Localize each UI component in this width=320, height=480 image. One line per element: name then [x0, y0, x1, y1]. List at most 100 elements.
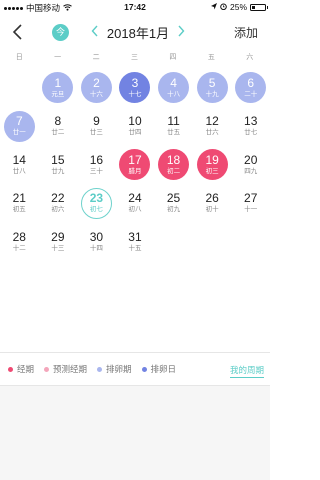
day-22[interactable]: 22 初六 [42, 188, 73, 219]
calendar-cell[interactable]: 23 初七 [77, 187, 116, 227]
day-29[interactable]: 29 十三 [42, 226, 73, 257]
day-30[interactable]: 30 十四 [81, 226, 112, 257]
calendar-cell[interactable]: 16 三十 [77, 149, 116, 188]
legend-item: 预测经期 [44, 363, 87, 375]
calendar-cell[interactable]: 12 廿六 [193, 111, 232, 150]
calendar-cell[interactable]: 2 十六 [77, 72, 116, 111]
calendar-cell[interactable]: 8 廿二 [39, 111, 78, 150]
day-1[interactable]: 1 元旦 [42, 72, 74, 103]
day-lunar-label: 廿一 [12, 129, 26, 136]
day-8[interactable]: 8 廿二 [42, 111, 73, 142]
calendar-cell[interactable]: 22 初六 [39, 188, 78, 227]
chevron-left-icon [12, 24, 22, 40]
day-19[interactable]: 19 初三 [196, 149, 228, 180]
calendar-cell[interactable]: 14 廿八 [0, 149, 39, 188]
day-lunar-label: 廿六 [205, 129, 219, 136]
day-lunar-label: 十四 [89, 244, 103, 252]
legend-items: 经期 预测经期 排卵期 排卵日 [8, 363, 186, 375]
weekday-mon: 一 [54, 54, 62, 61]
day-7[interactable]: 7 廿一 [3, 110, 35, 142]
day-number: 21 [12, 191, 26, 205]
day-31[interactable]: 31 十五 [119, 226, 150, 257]
day-lunar-label: 廿三 [89, 129, 103, 136]
day-12[interactable]: 12 廿六 [197, 111, 228, 142]
day-6[interactable]: 6 二十 [235, 72, 267, 103]
calendar-cell[interactable]: 29 十三 [39, 226, 78, 265]
calendar-cell[interactable]: 9 廿三 [77, 111, 116, 150]
weekday-tue: 二 [92, 54, 100, 61]
calendar-cell[interactable]: 15 廿九 [39, 149, 78, 188]
day-5[interactable]: 5 十九 [196, 72, 228, 103]
day-20[interactable]: 20 四九 [235, 149, 266, 180]
day-lunar-label: 十八 [167, 90, 181, 98]
calendar-cell[interactable]: 1 元旦 [39, 72, 78, 111]
day-number: 26 [205, 191, 219, 205]
day-lunar-label: 十三 [51, 244, 65, 252]
calendar-cell[interactable]: 3 十七 [116, 72, 155, 111]
calendar-cell[interactable]: 31 十五 [116, 226, 155, 265]
next-month-button[interactable] [176, 22, 186, 42]
day-lunar-label: 廿二 [51, 129, 65, 136]
day-14[interactable]: 14 廿八 [4, 149, 35, 180]
day-lunar-label: 十九 [205, 90, 219, 98]
calendar-cell[interactable]: 24 初八 [116, 188, 155, 227]
day-number: 27 [244, 191, 258, 205]
calendar-cell[interactable]: 28 十二 [0, 226, 39, 265]
day-27[interactable]: 27 十一 [235, 188, 266, 219]
day-11[interactable]: 11 廿五 [158, 111, 189, 142]
calendar-cell[interactable]: 6 二十 [231, 72, 270, 111]
calendar-cell[interactable]: 17 腊月 [116, 149, 155, 188]
day-lunar-label: 十五 [128, 244, 142, 252]
calendar-cell[interactable]: 30 十四 [77, 226, 116, 265]
day-number: 10 [128, 114, 142, 128]
chevron-left-icon [91, 25, 98, 37]
day-16[interactable]: 16 三十 [81, 149, 112, 180]
calendar-cell[interactable]: 27 十一 [231, 188, 270, 227]
calendar-cell[interactable]: 10 廿四 [116, 111, 155, 150]
day-17[interactable]: 17 腊月 [119, 149, 151, 180]
my-cycle-link[interactable]: 我的周期 [229, 364, 264, 378]
back-button[interactable] [12, 23, 24, 41]
day-lunar-label: 四九 [244, 167, 258, 175]
day-number: 12 [205, 114, 219, 128]
day-lunar-label: 十一 [244, 206, 258, 213]
prev-month-button[interactable] [90, 22, 100, 42]
day-number: 5 [208, 75, 216, 90]
day-lunar-label: 廿七 [244, 129, 258, 136]
calendar-cell[interactable]: 18 初二 [154, 149, 193, 188]
calendar-cell[interactable]: 25 初九 [154, 188, 193, 227]
day-4[interactable]: 4 十八 [158, 72, 190, 103]
day-18[interactable]: 18 初二 [158, 149, 190, 180]
day-26[interactable]: 26 初十 [197, 188, 228, 219]
day-15[interactable]: 15 廿九 [42, 149, 73, 180]
legend-bar: 经期 预测经期 排卵期 排卵日 我的周期 [0, 352, 270, 386]
day-25[interactable]: 25 初九 [158, 188, 189, 219]
today-button[interactable]: 今 [52, 24, 69, 41]
day-21[interactable]: 21 初五 [4, 188, 35, 219]
calendar-cell[interactable]: 13 廿七 [231, 111, 270, 150]
calendar-cell[interactable]: 26 初十 [193, 188, 232, 227]
calendar-cell[interactable]: 11 廿五 [154, 111, 193, 150]
battery-icon [250, 3, 268, 11]
add-button[interactable]: 添加 [234, 24, 258, 41]
calendar-cell[interactable]: 20 四九 [231, 149, 270, 188]
calendar-cell[interactable]: 21 初五 [0, 188, 39, 227]
calendar-cell[interactable]: 7 廿一 [0, 110, 39, 150]
day-2[interactable]: 2 十六 [80, 72, 112, 103]
calendar-cell[interactable]: 5 十九 [193, 72, 232, 111]
day-24[interactable]: 24 初八 [119, 188, 150, 219]
day-number: 28 [12, 229, 26, 244]
day-number: 18 [166, 152, 181, 167]
day-23[interactable]: 23 初七 [80, 187, 112, 219]
legend-item: 排卵期 [97, 363, 132, 375]
day-3[interactable]: 3 十七 [119, 72, 151, 103]
month-title: 2018年1月 [106, 25, 170, 41]
day-10[interactable]: 10 廿四 [119, 111, 150, 142]
calendar-cell[interactable]: 19 初三 [193, 149, 232, 188]
weekday-thu: 四 [169, 54, 177, 61]
calendar-cell[interactable]: 4 十八 [154, 72, 193, 111]
day-9[interactable]: 9 廿三 [81, 111, 112, 142]
status-right: 25% [210, 2, 268, 12]
day-13[interactable]: 13 廿七 [235, 111, 266, 142]
day-28[interactable]: 28 十二 [4, 226, 35, 257]
